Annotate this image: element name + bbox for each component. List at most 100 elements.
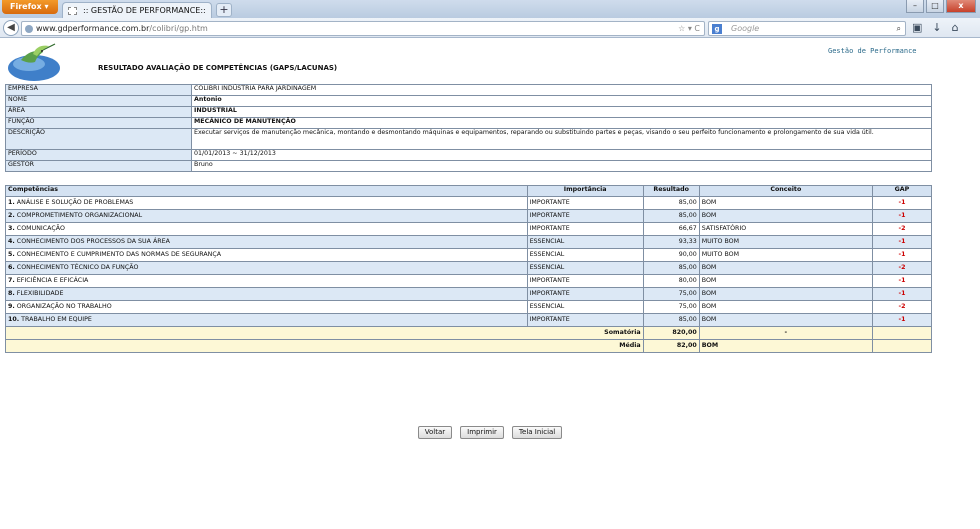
- table-row: 6. CONHECIMENTO TÉCNICO DA FUNÇÃO ESSENCI…: [5, 261, 933, 275]
- firefox-menu-label: Firefox: [10, 2, 42, 11]
- periodo-label: PERÍODO: [5, 149, 192, 161]
- gap-cell: -1: [871, 274, 933, 288]
- home-icon[interactable]: ⌂: [952, 21, 959, 34]
- area-label: ÁREA: [5, 106, 192, 118]
- competencia-number: 9.: [8, 303, 15, 310]
- employee-info-table: EMPRESA COLIBRI INDÚSTRIA PARA JARDINAGEM…: [5, 84, 932, 172]
- competencia-label: ANÁLISE E SOLUÇÃO DE PROBLEMAS: [16, 199, 134, 206]
- somatoria-conceito: -: [698, 326, 873, 340]
- importancia-cell: IMPORTANTE: [526, 222, 644, 236]
- col-header-competencias: Competências: [5, 185, 528, 197]
- empresa-label: EMPRESA: [5, 84, 192, 96]
- url-path: /colibri/gp.htm: [149, 24, 208, 33]
- competencia-number: 5.: [8, 251, 15, 258]
- col-header-importancia: Importância: [526, 185, 644, 197]
- search-bar[interactable]: g Google ⌕: [708, 21, 906, 36]
- competencia-label: ORGANIZAÇÃO NO TRABALHO: [16, 303, 112, 310]
- competencia-label: TRABALHO EM EQUIPE: [21, 316, 92, 323]
- action-buttons: Voltar Imprimir Tela Inicial: [0, 426, 980, 439]
- resultado-cell: 93,33: [642, 235, 700, 249]
- table-row: 1. ANÁLISE E SOLUÇÃO DE PROBLEMAS IMPORTA…: [5, 196, 933, 210]
- importancia-cell: IMPORTANTE: [526, 196, 644, 210]
- table-row: 2. COMPROMETIMENTO ORGANIZACIONAL IMPORTA…: [5, 209, 933, 223]
- competencia-name: 4. CONHECIMENTO DOS PROCESSOS DA SUA ÁRE…: [5, 235, 528, 249]
- voltar-button[interactable]: Voltar: [417, 426, 453, 439]
- periodo-value: 01/01/2013 ~ 31/12/2013: [191, 149, 932, 161]
- gap-cell: -2: [871, 222, 933, 236]
- close-icon[interactable]: x: [946, 0, 976, 13]
- competencia-name: 2. COMPROMETIMENTO ORGANIZACIONAL: [5, 209, 528, 223]
- conceito-cell: BOM: [698, 196, 873, 210]
- resultado-cell: 85,00: [642, 196, 700, 210]
- maximize-icon[interactable]: □: [926, 0, 944, 13]
- resultado-cell: 75,00: [642, 287, 700, 301]
- descricao-label: DESCRIÇÃO: [5, 128, 192, 150]
- competencia-label: CONHECIMENTO TÉCNICO DA FUNÇÃO: [16, 264, 139, 271]
- gestor-value: Bruno: [191, 160, 932, 172]
- table-row: 3. COMUNICAÇÃO IMPORTANTE 66,67 SATISFATÓRI…: [5, 222, 933, 236]
- url-domain: www.gdperformance.com.br: [36, 24, 150, 33]
- tab-title: :: GESTÃO DE PERFORMANCE::: [83, 6, 206, 15]
- competencia-label: CONHECIMENTO E CUMPRIMENTO DAS NORMAS DE…: [16, 251, 222, 258]
- competencia-name: 8. FLEXIBILIDADE: [5, 287, 528, 301]
- competencia-name: 6. CONHECIMENTO TÉCNICO DA FUNÇÃO: [5, 261, 528, 275]
- competencia-number: 8.: [8, 290, 15, 297]
- resultado-cell: 75,00: [642, 300, 700, 314]
- resultado-cell: 85,00: [642, 261, 700, 275]
- tab-gestao-performance[interactable]: :: GESTÃO DE PERFORMANCE::: [62, 2, 212, 18]
- reload-icon[interactable]: C: [694, 24, 700, 33]
- conceito-cell: BOM: [698, 300, 873, 314]
- browser-titlebar: Firefox ▾ :: GESTÃO DE PERFORMANCE:: + –…: [0, 0, 980, 18]
- importancia-cell: ESSENCIAL: [526, 261, 644, 275]
- report-title: RESULTADO AVALIAÇÃO DE COMPETÊNCIAS (GAP…: [98, 64, 338, 72]
- descricao-value: Executar serviços de manutenção mecânica…: [191, 128, 932, 150]
- toolbar-icons: ▣ ↓ ⌂: [912, 21, 959, 34]
- imprimir-button[interactable]: Imprimir: [460, 426, 504, 439]
- competencia-label: COMPROMETIMENTO ORGANIZACIONAL: [16, 212, 143, 219]
- competencia-number: 10.: [8, 316, 20, 323]
- bookmark-star-icon[interactable]: ☆: [678, 24, 685, 33]
- competencia-name: 7. EFICIÊNCIA E EFICÁCIA: [5, 274, 528, 288]
- search-placeholder: Google: [731, 24, 760, 33]
- conceito-cell: SATISFATÓRIO: [698, 222, 873, 236]
- new-tab-button[interactable]: +: [216, 3, 232, 17]
- conceito-cell: MUITO BOM: [698, 248, 873, 262]
- page-favicon-icon: [68, 7, 77, 15]
- importancia-cell: IMPORTANTE: [526, 313, 644, 327]
- gap-cell: -1: [871, 287, 933, 301]
- dropdown-icon[interactable]: ▾: [688, 24, 692, 33]
- back-arrow-icon[interactable]: ◀: [3, 20, 19, 36]
- somatoria-row: Somatória 820,00 -: [5, 326, 933, 340]
- area-value: INDUSTRIAL: [191, 106, 932, 118]
- minimize-icon[interactable]: –: [906, 0, 924, 13]
- conceito-cell: BOM: [698, 287, 873, 301]
- competencia-number: 1.: [8, 199, 15, 206]
- resultado-cell: 66,67: [642, 222, 700, 236]
- competencia-label: FLEXIBILIDADE: [16, 290, 64, 297]
- bookmarks-icon[interactable]: ▣: [912, 21, 922, 34]
- resultado-cell: 85,00: [642, 209, 700, 223]
- tela-inicial-button[interactable]: Tela Inicial: [511, 426, 563, 439]
- nome-value: Antonio: [191, 95, 932, 107]
- importancia-cell: ESSENCIAL: [526, 300, 644, 314]
- importancia-cell: IMPORTANTE: [526, 274, 644, 288]
- gap-cell: -1: [871, 235, 933, 249]
- competencia-name: 5. CONHECIMENTO E CUMPRIMENTO DAS NORMAS…: [5, 248, 528, 262]
- window-controls: – □ x: [906, 0, 976, 14]
- gap-cell: -1: [871, 196, 933, 210]
- url-bar[interactable]: www.gdperformance.com.br/colibri/gp.htm …: [21, 21, 705, 36]
- conceito-cell: MUITO BOM: [698, 235, 873, 249]
- gap-cell: -1: [871, 248, 933, 262]
- gap-cell: -2: [871, 261, 933, 275]
- firefox-menu-button[interactable]: Firefox ▾: [2, 0, 58, 14]
- competencia-number: 6.: [8, 264, 15, 271]
- google-icon[interactable]: g: [712, 24, 722, 34]
- search-icon[interactable]: ⌕: [897, 22, 901, 35]
- somatoria-gap: [871, 326, 933, 340]
- resultado-cell: 80,00: [642, 274, 700, 288]
- competencia-name: 1. ANÁLISE E SOLUÇÃO DE PROBLEMAS: [5, 196, 528, 210]
- table-row: 9. ORGANIZAÇÃO NO TRABALHO ESSENCIAL 75,00…: [5, 300, 933, 314]
- resultado-cell: 90,00: [642, 248, 700, 262]
- conceito-cell: BOM: [698, 313, 873, 327]
- download-icon[interactable]: ↓: [932, 21, 941, 34]
